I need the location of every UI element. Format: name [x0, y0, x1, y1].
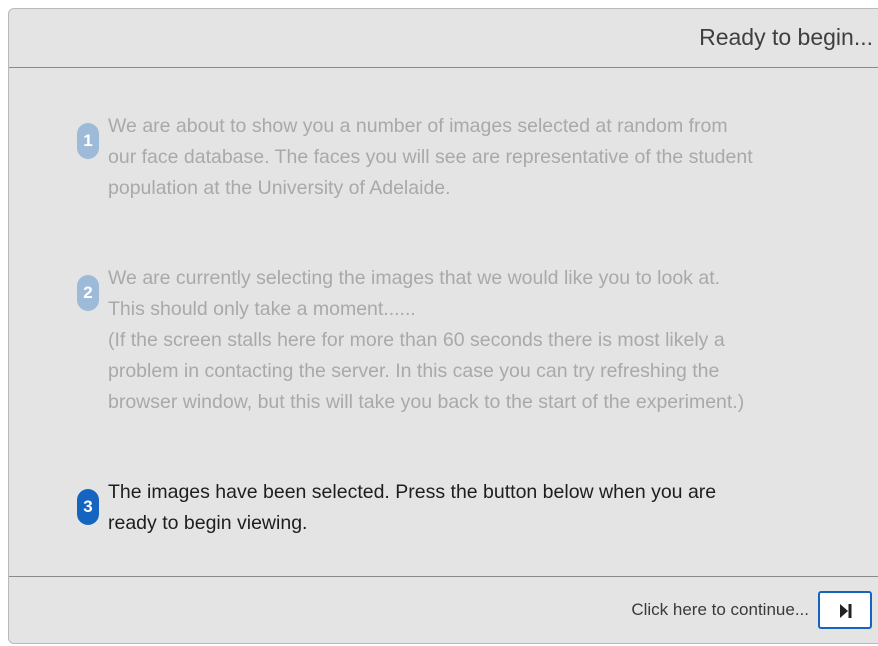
step-text-line: ready to begin viewing.: [108, 512, 308, 534]
step-number-badge: 3: [77, 489, 99, 525]
step-text: The images have been selected. Press the…: [108, 477, 868, 539]
step-text-line: our face database. The faces you will se…: [108, 146, 753, 168]
panel-title: Ready to begin...: [699, 24, 873, 50]
panel-header: Ready to begin...: [9, 9, 878, 68]
step-text-line: (If the screen stalls here for more than…: [108, 329, 725, 351]
panel-footer: Click here to continue...: [9, 576, 878, 643]
step-text-line: The images have been selected. Press the…: [108, 481, 717, 503]
play-pause-icon: [840, 604, 852, 618]
step-text: We are about to show you a number of ima…: [108, 111, 868, 204]
step-number-badge: 2: [77, 275, 99, 311]
dialog-panel: Ready to begin... 1 We are about to show…: [8, 8, 878, 644]
continue-button[interactable]: [818, 591, 872, 629]
step-text-line: We are about to show you a number of ima…: [108, 115, 728, 137]
step-text-line: browser window, but this will take you b…: [108, 391, 745, 413]
step-text-line: problem in contacting the server. In thi…: [108, 360, 720, 382]
continue-label: Click here to continue...: [631, 600, 809, 619]
step-number-badge: 1: [77, 123, 99, 159]
step-text: We are currently selecting the images th…: [108, 263, 868, 418]
step-text-line: We are currently selecting the images th…: [108, 267, 721, 289]
step-text-line: This should only take a moment......: [108, 298, 416, 320]
step-text-line: population at the University of Adelaide…: [108, 177, 451, 199]
